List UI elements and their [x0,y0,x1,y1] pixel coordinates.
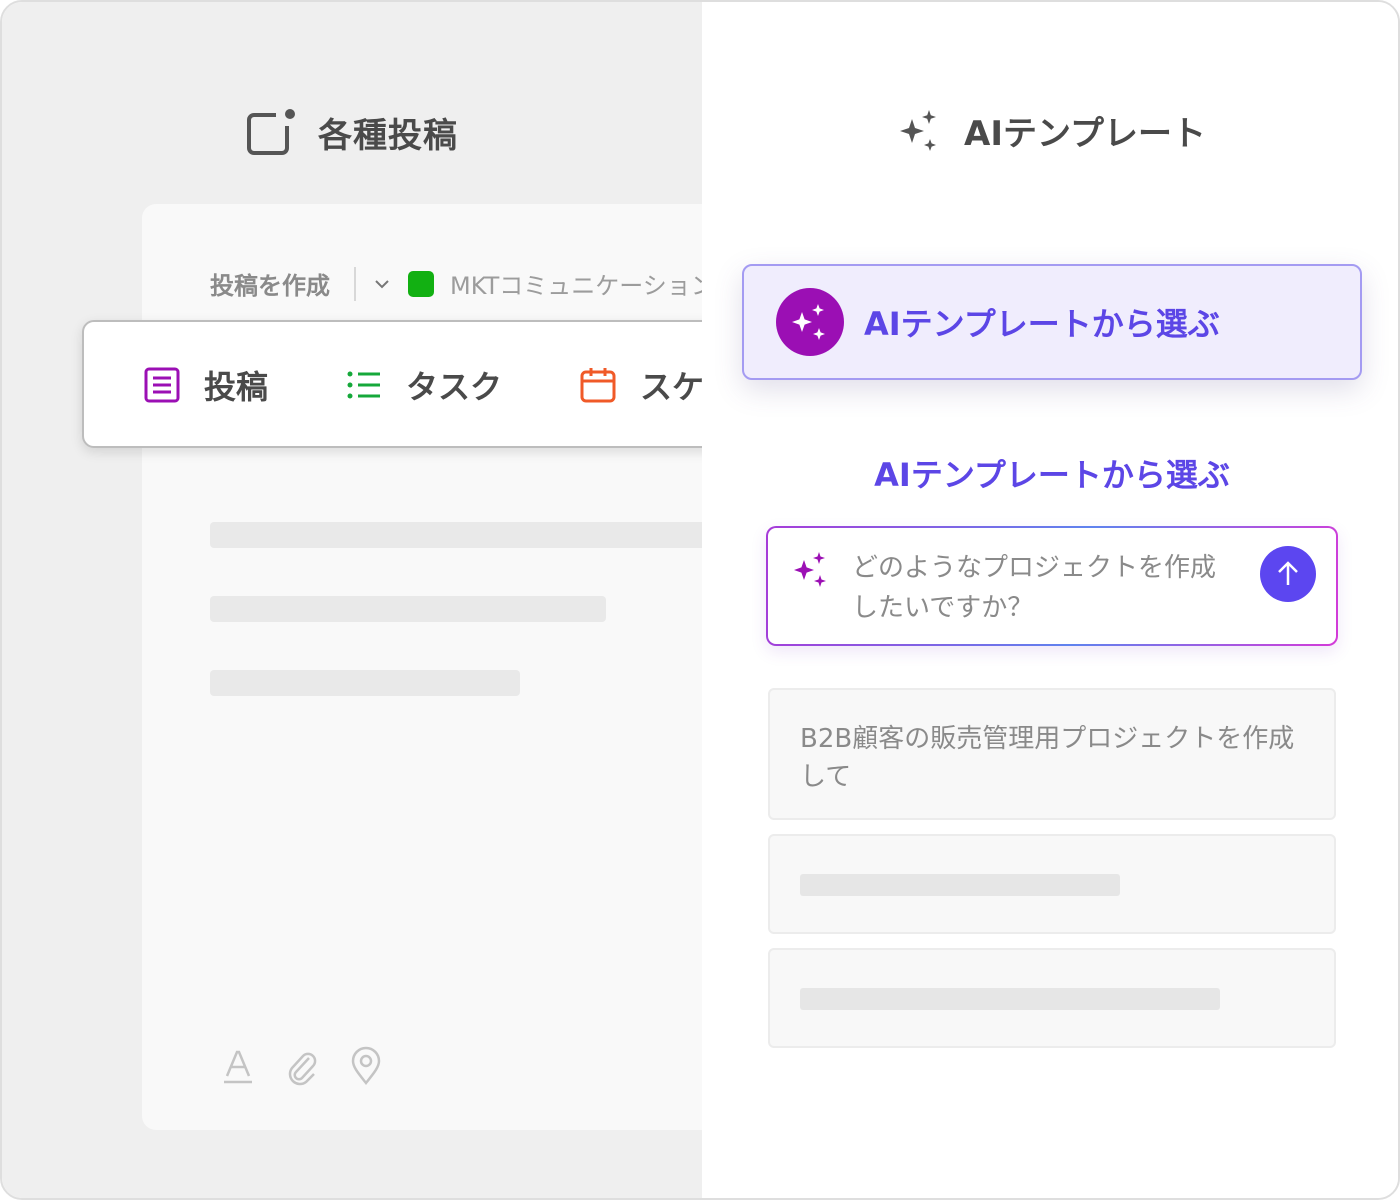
posting-panel: 各種投稿 投稿を作成 MKTコミュニケーション 投稿 タスク スケ [2,2,702,1198]
ai-template-select-label: AIテンプレートから選ぶ [864,305,1220,343]
ai-prompt-box[interactable]: どのようなプロジェクトを作成したいですか？ [766,526,1338,646]
sparkle-icon [900,109,936,151]
sparkle-icon [794,552,826,587]
text-format-icon[interactable] [220,1046,256,1086]
post-type-post[interactable]: 投稿 [142,362,268,408]
post-type-schedule[interactable]: スケジュール [578,362,702,408]
chevron-down-icon[interactable] [372,274,392,294]
placeholder-line [210,596,606,622]
sparkle-icon [792,304,825,340]
suggestion-text: B2B顧客の販売管理用プロジェクトを作成して [800,724,1295,792]
ai-template-select-button[interactable]: AIテンプレートから選ぶ [742,264,1362,380]
post-type-label: タスク [406,368,503,406]
post-type-label: スケジュール [640,368,702,406]
suggestion-card-placeholder[interactable] [768,948,1336,1048]
project-selector[interactable]: MKTコミュニケーション [450,266,702,301]
ai-template-title: AIテンプレート [964,114,1206,154]
ai-template-panel: AIテンプレート AIテンプレートから選ぶ AIテンプレートから選ぶ どのような… [702,2,1398,1198]
ai-prompt-input[interactable]: どのようなプロジェクトを作成したいですか？ [852,548,1232,628]
ai-template-section-title: AIテンプレートから選ぶ [874,456,1230,494]
new-post-icon [247,108,296,155]
calendar-icon [580,368,616,403]
app-frame: 各種投稿 投稿を作成 MKTコミュニケーション 投稿 タスク スケ AIテンプレ… [0,0,1400,1200]
attachment-icon[interactable] [284,1046,320,1086]
location-icon[interactable] [348,1046,384,1086]
ai-template-header: AIテンプレート [894,106,1206,155]
suggestion-card[interactable]: B2B顧客の販売管理用プロジェクトを作成して [768,688,1336,820]
divider [354,266,356,301]
arrow-up-icon [1278,561,1298,585]
create-post-label: 投稿を作成 [210,272,330,300]
suggestion-card-placeholder[interactable] [768,834,1336,934]
create-row: 投稿を作成 MKTコミュニケーション [210,266,702,301]
posting-header: 各種投稿 [246,106,458,158]
post-type-label: 投稿 [204,368,269,406]
placeholder-line [210,670,520,696]
post-icon [144,367,180,403]
ai-badge [776,288,844,356]
placeholder-line [210,522,702,548]
project-color-swatch [408,270,434,297]
posting-title: 各種投稿 [318,115,458,156]
placeholder-line [800,988,1220,1010]
placeholder-line [800,874,1120,896]
task-list-icon [347,371,380,399]
post-type-task[interactable]: タスク [344,362,502,408]
editor-tools [220,1046,384,1086]
send-button[interactable] [1260,546,1316,602]
post-type-toolbar: 投稿 タスク スケジュール [82,320,702,448]
ai-prompt-inner: どのようなプロジェクトを作成したいですか？ [768,528,1336,644]
